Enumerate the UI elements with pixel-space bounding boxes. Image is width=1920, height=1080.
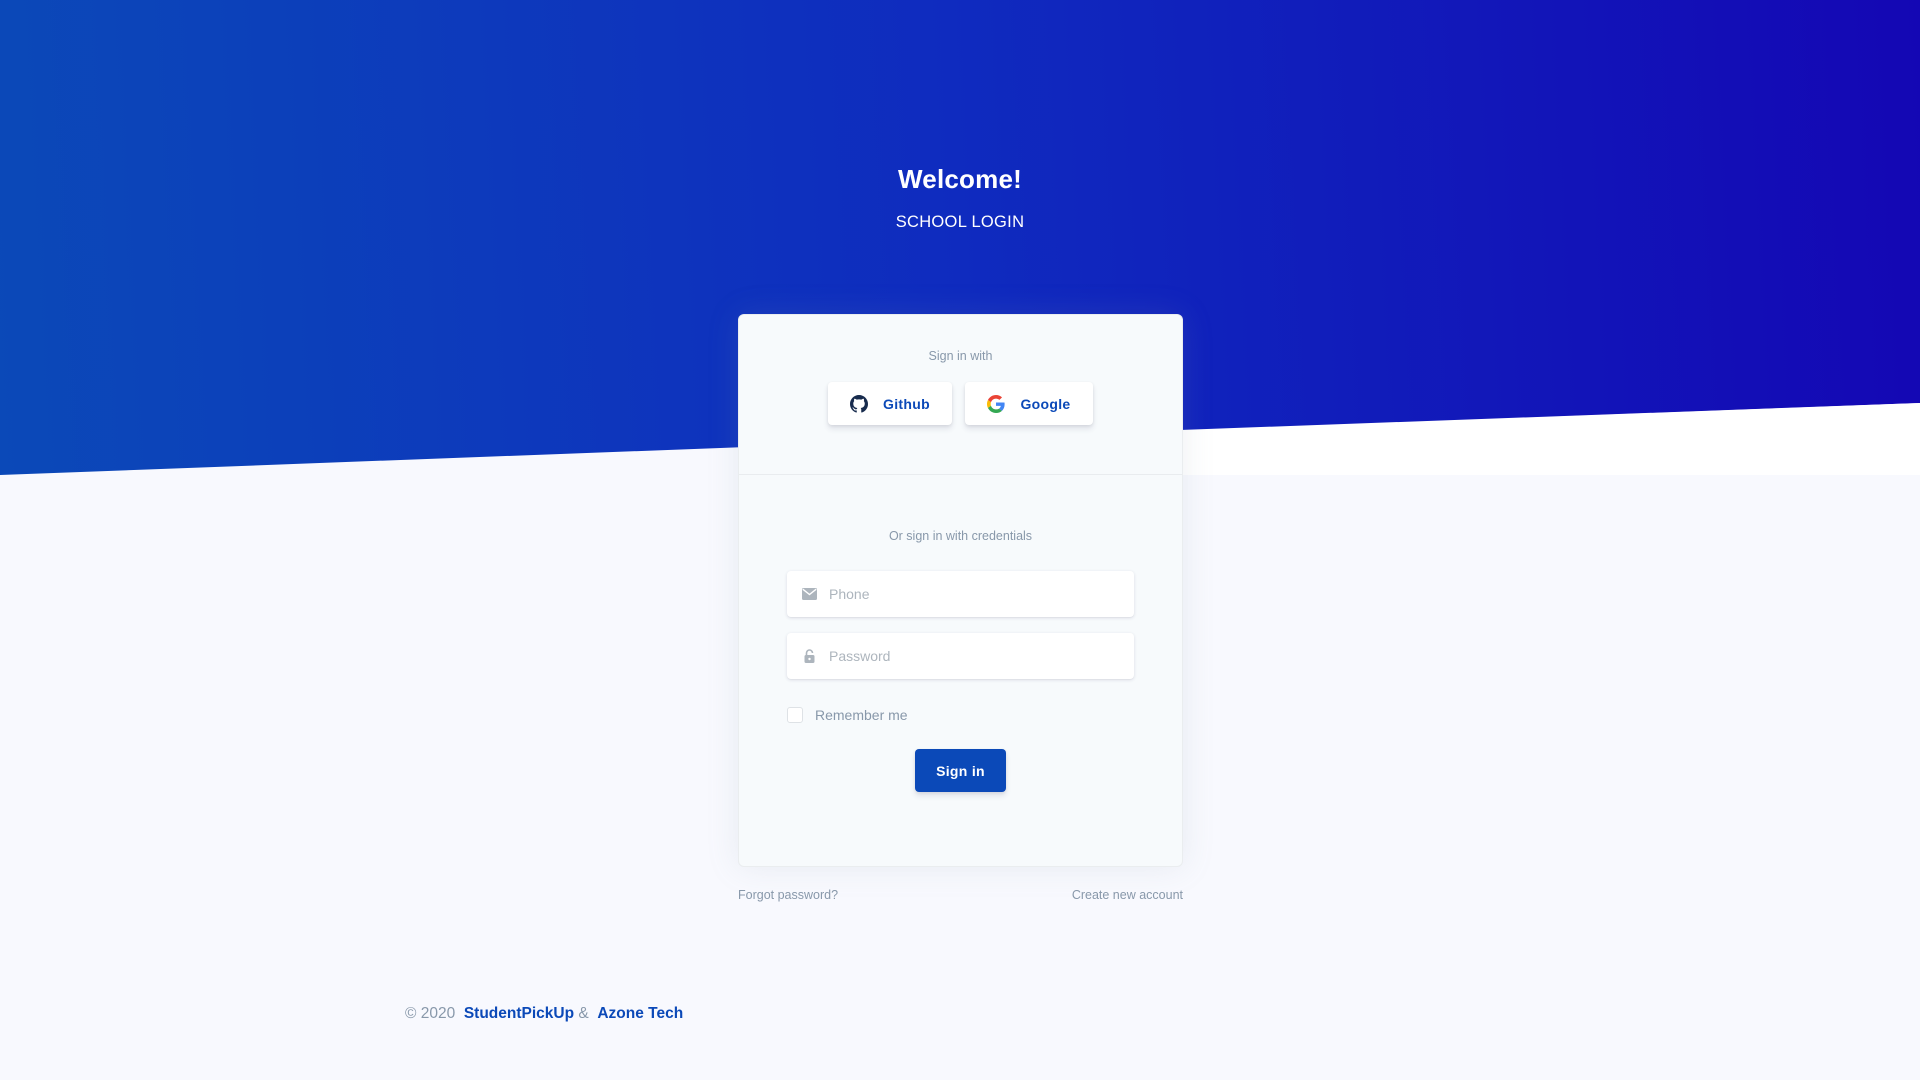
github-button-label: Github — [883, 395, 930, 412]
lock-icon — [787, 649, 823, 663]
remember-me-row: Remember me — [787, 707, 1134, 723]
google-icon — [987, 394, 1006, 413]
github-button[interactable]: Github — [828, 382, 952, 425]
remember-me-checkbox[interactable] — [787, 707, 803, 723]
login-card: Sign in with Github Google Or sign in wi… — [738, 314, 1183, 867]
footer-separator: & — [578, 1005, 589, 1022]
credentials-caption: Or sign in with credentials — [888, 529, 1033, 543]
social-buttons: Github Google — [739, 382, 1182, 425]
copyright-text: © 2020 — [405, 1005, 456, 1022]
azone-tech-link[interactable]: Azone Tech — [597, 1005, 683, 1022]
google-button-label: Google — [1020, 395, 1071, 412]
card-footer-links: Forgot password? Create new account — [738, 888, 1183, 902]
page-title: Welcome! — [898, 164, 1022, 194]
phone-input[interactable] — [823, 571, 1134, 617]
studentpickup-link[interactable]: StudentPickUp — [464, 1005, 574, 1022]
credentials-section: Or sign in with credentials Phone Rememb… — [739, 475, 1182, 792]
create-account-link[interactable]: Create new account — [1072, 888, 1183, 902]
github-icon — [850, 394, 869, 413]
page-footer: © 2020 StudentPickUp & Azone Tech — [405, 1005, 683, 1023]
page-header: Welcome! SCHOOL LOGIN — [0, 160, 1920, 232]
login-page: Welcome! SCHOOL LOGIN Sign in with Githu… — [0, 0, 1920, 1080]
password-input[interactable] — [823, 633, 1134, 679]
envelope-icon — [787, 588, 823, 600]
forgot-password-link[interactable]: Forgot password? — [738, 888, 838, 902]
sign-in-button[interactable]: Sign in — [915, 749, 1006, 792]
remember-me-label[interactable]: Remember me — [815, 707, 908, 723]
social-caption: Sign in with — [928, 349, 993, 363]
password-input-group — [787, 633, 1134, 679]
phone-input-group — [787, 571, 1134, 617]
page-subtitle: SCHOOL LOGIN — [895, 213, 1025, 231]
social-login-section: Sign in with Github Google — [739, 315, 1182, 475]
google-button[interactable]: Google — [965, 382, 1093, 425]
